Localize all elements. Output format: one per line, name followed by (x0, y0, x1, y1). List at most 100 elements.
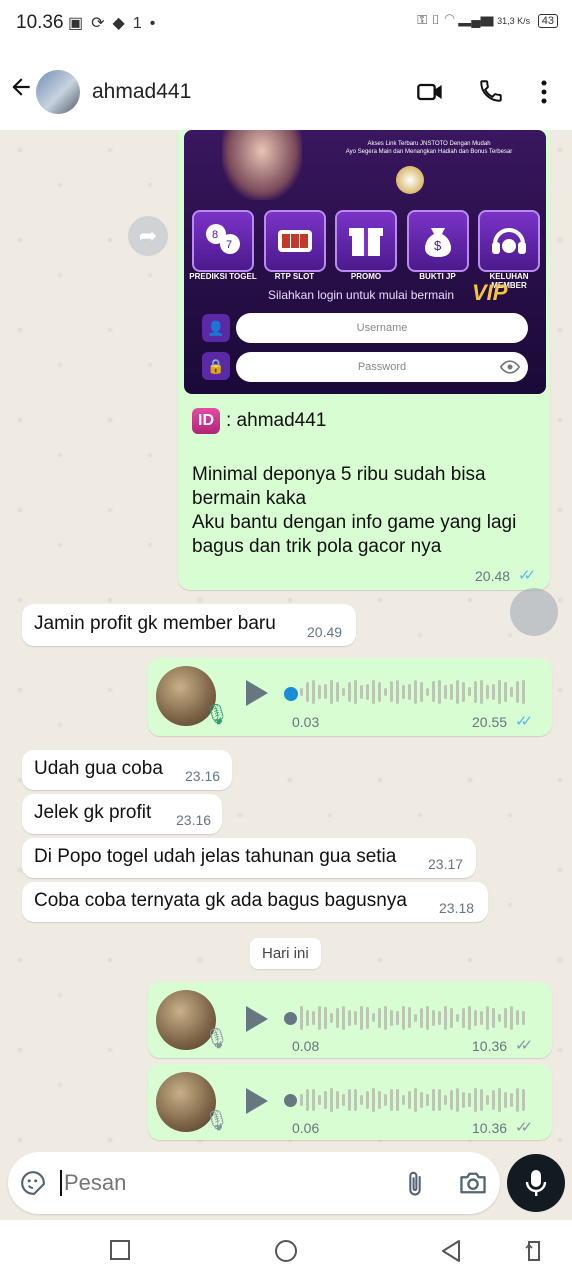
waveform-bar (354, 680, 357, 704)
waveform-bar (414, 1013, 417, 1023)
message-time: 20.55 (472, 714, 508, 730)
waveform-bar (312, 680, 315, 704)
voice-message[interactable]: 🎙 0.03 20.55 ✓✓ (148, 658, 552, 736)
gift-icon (335, 210, 397, 272)
message-text: Jamin profit gk member baru (34, 613, 276, 634)
waveform-bar (318, 1006, 321, 1030)
waveform-bar (318, 1094, 321, 1106)
waveform-bar (420, 1007, 423, 1028)
read-ticks-icon: ✓✓ (515, 713, 533, 730)
waveform-bar (312, 1088, 315, 1112)
waveform-bar (444, 684, 447, 699)
waveform-bar (420, 681, 423, 702)
waveform-bar (396, 680, 399, 704)
waveform-bar (366, 1090, 369, 1110)
playback-thumb[interactable] (284, 687, 298, 701)
voice-message[interactable]: 🎙 0.08 10.36 ✓✓ (148, 982, 552, 1058)
waveform-bar (378, 681, 381, 702)
play-icon[interactable] (246, 1006, 268, 1032)
promo-tile-label: PREDIKSI TOGEL (189, 272, 257, 281)
message-text: Di Popo togel udah jelas tahunan gua set… (34, 846, 397, 867)
waveform-bar (432, 1088, 435, 1112)
sticker-icon[interactable] (20, 1170, 46, 1201)
video-call-icon[interactable] (416, 78, 444, 111)
message-time: 23.16 (176, 812, 212, 828)
avatar[interactable] (36, 70, 80, 114)
phone-icon[interactable] (478, 78, 504, 109)
waveform-bar (522, 1089, 525, 1111)
camera-icon[interactable] (458, 1169, 488, 1202)
delivered-ticks-icon: ✓✓ (515, 1119, 533, 1136)
waveform-bar (306, 1009, 309, 1027)
promo-figure (222, 130, 302, 200)
promo-tile-label: BUKTI JP (419, 272, 456, 281)
play-icon[interactable] (246, 1088, 268, 1114)
incoming-message[interactable]: Jelek gk profit 23.16 (22, 794, 222, 834)
message-input[interactable] (62, 1169, 386, 1197)
waveform-bar (510, 1006, 513, 1030)
incoming-message[interactable]: Coba coba ternyata gk ada bagus bagusnya… (22, 882, 488, 922)
playback-thumb[interactable] (284, 1094, 297, 1107)
waveform-bar (498, 1013, 501, 1023)
waveform-bar (324, 1090, 327, 1110)
caption-line: bermain kaka (192, 488, 307, 509)
waveform-bar (468, 687, 471, 697)
waveform-bar (396, 1010, 399, 1025)
waveform[interactable] (300, 1088, 525, 1112)
scroll-down-indicator[interactable] (510, 588, 558, 636)
more-vert-icon[interactable] (532, 78, 556, 111)
back-icon[interactable] (440, 1239, 462, 1268)
waveform-bar (336, 1008, 339, 1028)
waveform-bar (408, 1007, 411, 1029)
promo-tagline: Akses Link Terbaru JNSTOTO Dengan Mudah (367, 141, 491, 147)
recent-apps-icon[interactable] (110, 1240, 130, 1265)
voice-record-button[interactable] (507, 1154, 565, 1212)
incoming-message[interactable]: Udah gua coba 23.16 (22, 750, 232, 790)
waveform-bar (474, 681, 477, 703)
playback-thumb[interactable] (284, 1012, 297, 1025)
waveform-bar (498, 1088, 501, 1112)
waveform-bar (474, 1088, 477, 1112)
waveform-bar (300, 1006, 303, 1030)
contact-name[interactable]: ahmad441 (92, 80, 191, 104)
rotate-icon[interactable] (524, 1238, 544, 1269)
waveform-bar (444, 1006, 447, 1030)
mic-icon: 🎙 (204, 1110, 230, 1132)
back-arrow-icon[interactable] (8, 74, 34, 107)
waveform-bar (366, 684, 369, 700)
message-time: 20.48 (475, 568, 511, 584)
forward-icon[interactable]: ➦ (128, 216, 168, 256)
waveform-bar (348, 681, 351, 703)
waveform-bar (360, 1094, 363, 1106)
svg-text:$: $ (434, 238, 442, 253)
mic-icon (524, 1168, 548, 1203)
incoming-message[interactable]: Jamin profit gk member baru 20.49 (22, 604, 356, 646)
caption-line: Aku bantu dengan info game yang lagi (192, 512, 517, 533)
waveform-bar (318, 684, 321, 700)
play-icon[interactable] (246, 680, 268, 706)
promo-username-field: Username (236, 313, 528, 343)
promo-image[interactable]: Akses Link Terbaru JNSTOTO Dengan Mudah … (184, 130, 546, 394)
attach-icon[interactable] (404, 1170, 426, 1203)
chat-area[interactable]: Akses Link Terbaru JNSTOTO Dengan Mudah … (0, 130, 572, 1152)
incoming-message[interactable]: Di Popo togel udah jelas tahunan gua set… (22, 838, 476, 878)
waveform[interactable] (300, 680, 525, 704)
waveform-bar (330, 680, 333, 704)
waveform-bar (324, 684, 327, 700)
waveform-bar (360, 1006, 363, 1030)
waveform-bar (348, 1009, 351, 1026)
waveform-bar (432, 681, 435, 703)
voice-message[interactable]: 🎙 0.06 10.36 ✓✓ (148, 1064, 552, 1140)
waveform-bar (300, 687, 303, 696)
waveform[interactable] (300, 1006, 525, 1030)
id-line: : ahmad441 (226, 410, 327, 431)
waveform-bar (498, 680, 501, 704)
home-icon[interactable] (274, 1239, 298, 1268)
message-composer[interactable] (8, 1152, 500, 1214)
waveform-bar (336, 1091, 339, 1109)
waveform-bar (378, 1008, 381, 1028)
waveform-bar (348, 1088, 351, 1112)
message-time: 23.16 (185, 768, 221, 784)
system-nav-bar (0, 1220, 572, 1280)
caption-line: bagus dan trik pola gacor nya (192, 536, 442, 557)
